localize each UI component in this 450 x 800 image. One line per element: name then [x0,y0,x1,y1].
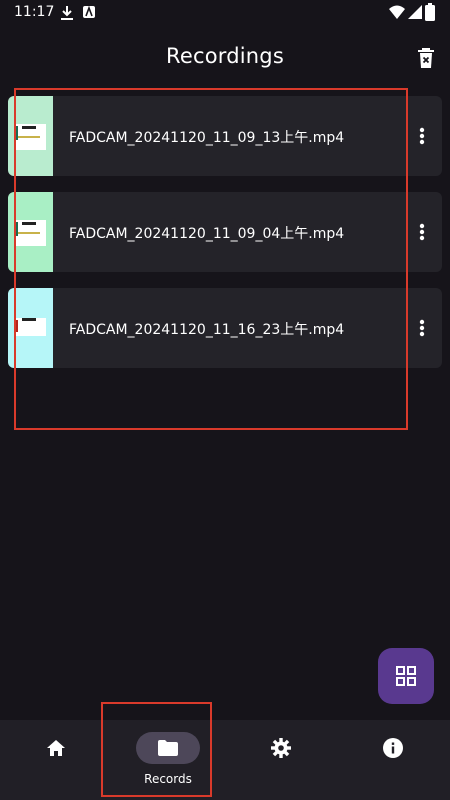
recording-thumbnail [8,288,53,368]
recording-file-name: FADCAM_20241120_11_09_13上午.mp4 [69,130,345,146]
wifi-icon [389,5,405,19]
nav-label-records: Records [144,772,192,786]
app-notification-icon [83,6,95,18]
nav-item-home[interactable] [0,720,112,800]
nav-item-about[interactable] [337,720,449,800]
recording-thumbnail [8,192,53,272]
recording-item[interactable]: FADCAM_20241120_11_09_13上午.mp4 [8,96,442,176]
grid-view-fab[interactable] [378,648,434,704]
nav-item-settings[interactable] [225,720,337,800]
recording-file-name: FADCAM_20241120_11_09_04上午.mp4 [69,226,345,242]
home-icon [47,740,65,756]
bottom-navigation: Records [0,720,450,800]
recording-item[interactable]: FADCAM_20241120_11_09_04上午.mp4 [8,192,442,272]
recording-file-name: FADCAM_20241120_11_16_23上午.mp4 [69,322,345,338]
delete-all-button[interactable] [410,42,442,74]
more-vert-icon [419,127,425,145]
more-options-button[interactable] [412,216,432,248]
info-icon [383,738,403,758]
grid-icon [396,666,416,686]
status-bar: 11:17 [0,0,450,26]
recording-item[interactable]: FADCAM_20241120_11_16_23上午.mp4 [8,288,442,368]
more-options-button[interactable] [412,120,432,152]
recording-thumbnail [8,96,53,176]
status-time: 11:17 [14,4,55,20]
battery-icon [425,3,435,21]
folder-icon [158,740,178,756]
trash-icon [418,48,434,68]
more-vert-icon [419,319,425,337]
signal-icon [408,5,422,19]
nav-item-records[interactable]: Records [112,720,224,800]
gear-icon [271,738,291,758]
more-vert-icon [419,223,425,241]
page-title: Recordings [166,44,284,68]
more-options-button[interactable] [412,312,432,344]
app-bar: Recordings [0,26,450,90]
download-icon [61,6,73,20]
